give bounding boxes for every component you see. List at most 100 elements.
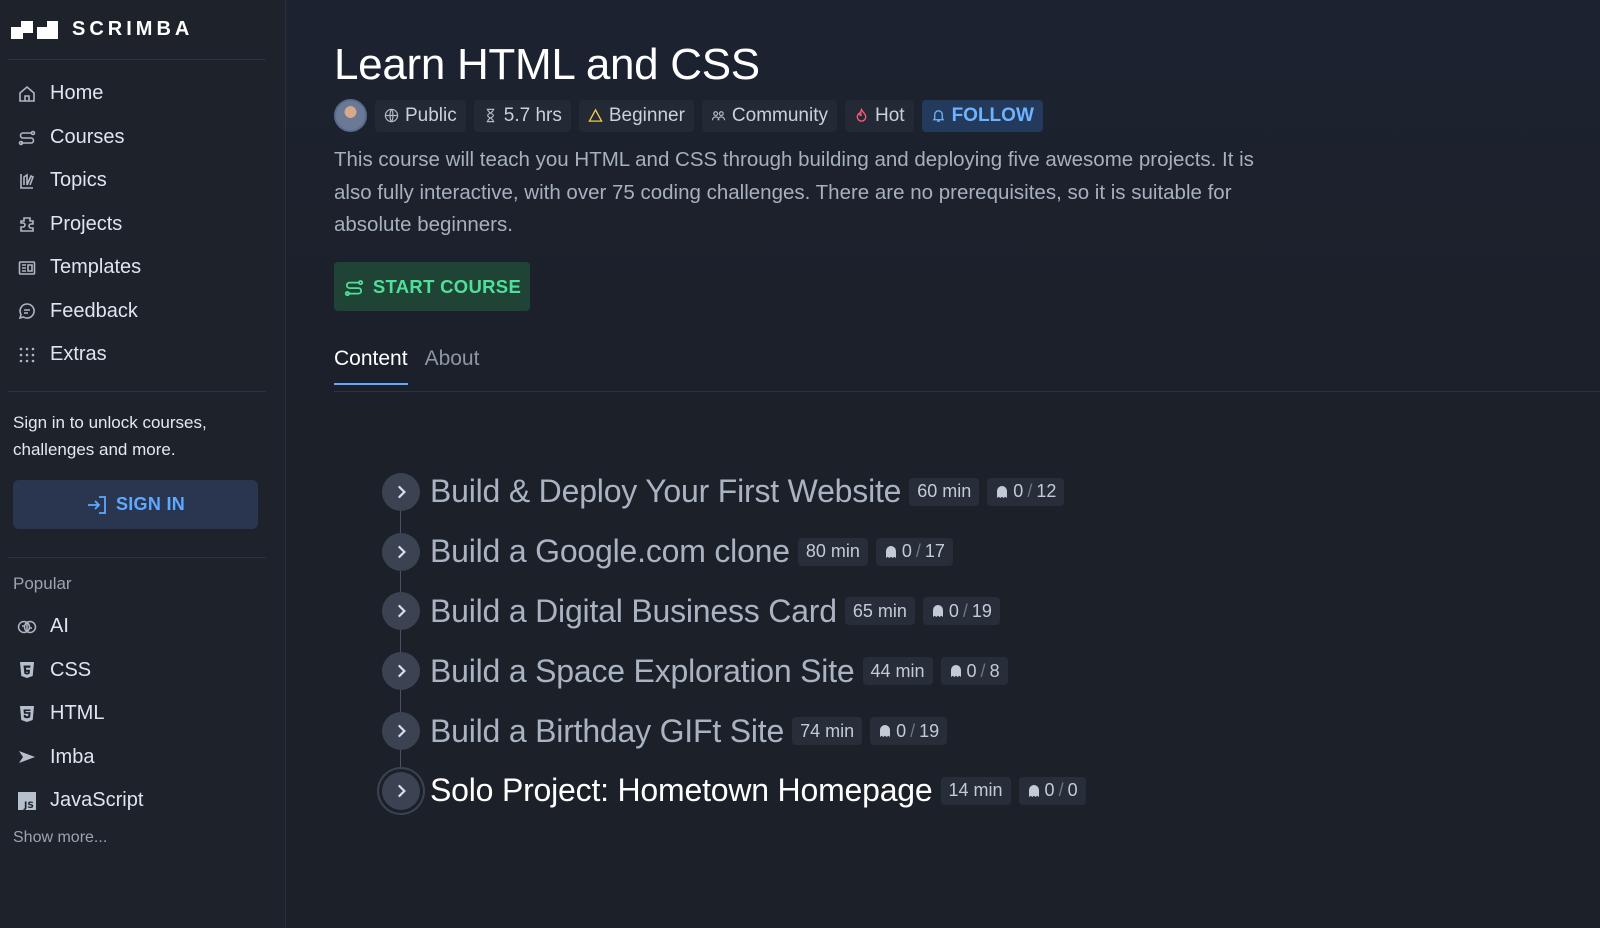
lesson-title[interactable]: Solo Project: Hometown Homepage: [430, 772, 933, 809]
lesson-item[interactable]: Build a Google.com clone 80 min 0/17: [382, 522, 1086, 582]
chevron-right-icon[interactable]: [382, 592, 420, 631]
chevron-right-icon[interactable]: [382, 652, 420, 691]
tab-content[interactable]: Content: [334, 347, 408, 385]
lesson-done-count: 0: [948, 600, 959, 621]
ghost-icon: [932, 605, 943, 618]
globe-icon: [384, 108, 399, 123]
css-icon: [16, 659, 38, 681]
follow-button[interactable]: FOLLOW: [921, 99, 1043, 132]
ghost-icon: [950, 665, 961, 678]
lesson-done-count: 0: [1044, 780, 1055, 801]
community-chip: Community: [701, 99, 837, 132]
sidebar-item-projects[interactable]: Projects: [16, 203, 266, 247]
lesson-duration: 74 min: [792, 717, 863, 746]
sidebar-divider: [8, 391, 266, 392]
popular-item-css[interactable]: CSS: [16, 649, 266, 693]
start-course-button[interactable]: START COURSE: [334, 262, 530, 311]
sidebar-item-templates[interactable]: Templates: [16, 246, 266, 290]
lesson-total-count: 8: [989, 660, 1000, 681]
sidebar-item-feedback[interactable]: Feedback: [16, 290, 266, 334]
lesson-total-count: 19: [971, 600, 992, 621]
sidebar-item-label: Courses: [50, 125, 125, 148]
lesson-duration: 65 min: [844, 597, 915, 626]
lesson-title[interactable]: Build a Space Exploration Site: [430, 653, 855, 690]
sidebar-item-label: Feedback: [50, 299, 138, 322]
lesson-progress: 0/19: [922, 597, 1000, 626]
popular-item-label: CSS: [50, 658, 92, 681]
lesson-list: Build & Deploy Your First Website 60 min…: [382, 462, 1086, 821]
follow-label: FOLLOW: [951, 104, 1034, 126]
chevron-right-icon[interactable]: [382, 472, 420, 511]
lesson-title[interactable]: Build a Digital Business Card: [430, 593, 837, 630]
ghost-icon: [997, 485, 1008, 498]
show-more-link[interactable]: Show more...: [13, 829, 107, 847]
level-label: Beginner: [608, 104, 685, 126]
lesson-title[interactable]: Build a Google.com clone: [430, 533, 790, 570]
ghost-icon: [1028, 784, 1039, 797]
lesson-item[interactable]: Build a Birthday GIFt Site 74 min 0/19: [382, 701, 1086, 761]
course-title: Learn HTML and CSS: [334, 40, 760, 89]
popular-item-label: JavaScript: [50, 789, 144, 812]
course-description: This course will teach you HTML and CSS …: [334, 148, 1254, 236]
lesson-item[interactable]: Build a Space Exploration Site 44 min 0/…: [382, 641, 1086, 701]
popular-item-label: HTML: [50, 702, 105, 725]
lesson-progress: 0/8: [940, 657, 1008, 686]
brain-icon: [16, 616, 38, 638]
home-icon: [16, 83, 38, 105]
lesson-duration: 14 min: [940, 776, 1011, 805]
lesson-total-count: 0: [1067, 780, 1078, 801]
ghost-icon: [885, 545, 896, 558]
popular-heading: Popular: [13, 574, 72, 593]
lesson-item[interactable]: Build a Digital Business Card 65 min 0/1…: [382, 582, 1086, 642]
lesson-item[interactable]: Build & Deploy Your First Website 60 min…: [382, 462, 1086, 522]
sign-in-label: SIGN IN: [115, 494, 186, 514]
lesson-done-count: 0: [1013, 481, 1024, 502]
extras-icon: [16, 344, 38, 366]
community-label: Community: [731, 104, 828, 126]
sidebar-divider: [8, 59, 266, 60]
feedback-icon: [16, 300, 38, 322]
popular-item-javascript[interactable]: JS JavaScript: [16, 779, 266, 823]
popular-item-ai[interactable]: AI: [16, 605, 266, 649]
topics-icon: [16, 170, 38, 192]
scrimba-logo[interactable]: SCRIMBA: [11, 18, 193, 41]
tab-about[interactable]: About: [425, 347, 480, 385]
sidebar-item-home[interactable]: Home: [16, 72, 266, 116]
lesson-duration: 44 min: [862, 657, 933, 686]
level-chip: Beginner: [578, 99, 694, 132]
triangle-icon: [588, 108, 603, 122]
brand-name: SCRIMBA: [72, 18, 194, 40]
lesson-duration: 80 min: [797, 537, 868, 566]
sidebar-item-label: Home: [50, 82, 104, 105]
lesson-progress: 0/17: [875, 537, 953, 566]
popular-item-label: AI: [50, 615, 69, 638]
sidebar-item-label: Extras: [50, 343, 107, 366]
bell-icon: [932, 110, 944, 122]
lesson-item[interactable]: Solo Project: Hometown Homepage 14 min 0…: [382, 761, 1086, 821]
sidebar-item-topics[interactable]: Topics: [16, 159, 266, 203]
courses-icon: [16, 126, 38, 148]
lesson-title[interactable]: Build a Birthday GIFt Site: [430, 713, 784, 750]
chevron-right-icon[interactable]: [382, 532, 420, 571]
chevron-right-icon[interactable]: [382, 712, 420, 751]
tabs-divider: [334, 391, 1600, 392]
app: SCRIMBA Home Courses Topics Projects Tem…: [0, 0, 1600, 928]
chevron-right-icon[interactable]: [382, 771, 420, 810]
sidebar-item-extras[interactable]: Extras: [16, 333, 266, 377]
popular-item-imba[interactable]: Imba: [16, 736, 266, 780]
sidebar-item-courses[interactable]: Courses: [16, 116, 266, 160]
lesson-done-count: 0: [966, 660, 977, 681]
lesson-total-count: 19: [919, 720, 940, 741]
lesson-duration: 60 min: [909, 477, 980, 506]
templates-icon: [16, 257, 38, 279]
lesson-progress: 0/12: [987, 477, 1065, 506]
sidebar: SCRIMBA Home Courses Topics Projects Tem…: [0, 0, 286, 928]
author-avatar[interactable]: [334, 99, 367, 132]
signin-prompt: Sign in to unlock courses, challenges an…: [13, 413, 207, 459]
popular-item-html[interactable]: HTML: [16, 692, 266, 736]
lesson-total-count: 17: [924, 541, 945, 562]
sign-in-button[interactable]: SIGN IN: [13, 480, 258, 529]
lesson-title[interactable]: Build & Deploy Your First Website: [430, 473, 901, 510]
js-icon: JS: [16, 790, 38, 812]
svg-text:JS: JS: [23, 801, 34, 811]
